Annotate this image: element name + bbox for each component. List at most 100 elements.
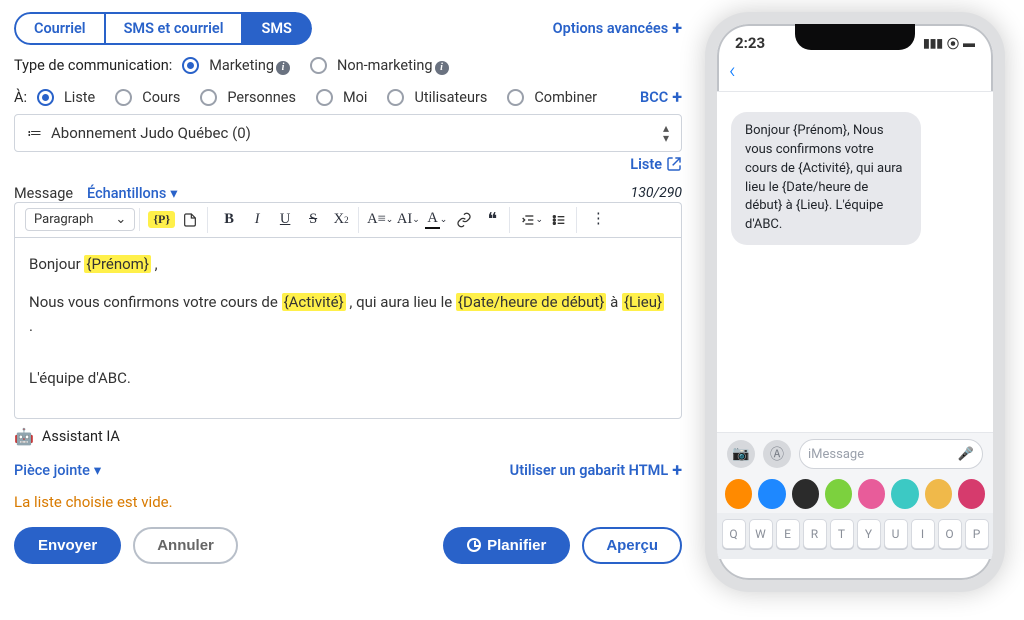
bcc-link[interactable]: BCC+ [640, 87, 682, 108]
robot-icon: 🤖 [14, 427, 34, 446]
keyboard-key: W [749, 519, 773, 549]
phone-composer: 📷 Ⓐ iMessage 🎤 [717, 432, 993, 475]
placeholder-datetime: {Date/heure de début} [456, 293, 606, 311]
radio-to-personnes[interactable] [200, 89, 217, 106]
app-icon [792, 479, 819, 509]
radio-marketing[interactable] [182, 57, 199, 74]
indent-icon [520, 212, 536, 228]
to-label: À: [14, 89, 27, 106]
app-icon [925, 479, 952, 509]
tab-sms-email[interactable]: SMS et courriel [106, 12, 244, 45]
send-button[interactable]: Envoyer [14, 527, 121, 564]
chevron-down-icon: ▾ [170, 185, 177, 202]
advanced-options-link[interactable]: Options avancées + [553, 18, 682, 39]
strike-button[interactable]: S [300, 207, 326, 233]
message-label: Message [14, 185, 73, 202]
bullet-list-icon [551, 212, 567, 228]
info-icon[interactable]: i [276, 61, 290, 75]
recipient-select[interactable]: ≔ Abonnement Judo Québec (0) ▴▾ [14, 114, 682, 152]
list-icon: ≔ [27, 124, 41, 142]
link-button[interactable] [451, 207, 477, 233]
keyboard-key: P [965, 519, 989, 549]
plus-icon: + [672, 87, 682, 108]
char-counter: 130/290 [631, 185, 682, 201]
app-icon [891, 479, 918, 509]
camera-icon: 📷 [727, 440, 755, 468]
phone-notch [795, 24, 915, 50]
phone-message-field: iMessage 🎤 [799, 439, 983, 469]
radio-nonmarketing-label[interactable]: Non-marketingi [337, 57, 448, 75]
cancel-button[interactable]: Annuler [133, 527, 238, 564]
radio-nonmarketing[interactable] [310, 57, 327, 74]
editor-toolbar: Paragraph⌄ {P} B I U S X2 A≡⌄ AI⌄ A⌄ ❝ [14, 202, 682, 237]
use-html-template-link[interactable]: Utiliser un gabarit HTML+ [510, 460, 682, 481]
app-icon [825, 479, 852, 509]
status-icons: ▮▮▮ ⦿ ▬ [923, 34, 975, 52]
keyboard-key: R [803, 519, 827, 549]
paragraph-style-select[interactable]: Paragraph⌄ [25, 208, 135, 231]
keyboard-key: T [830, 519, 854, 549]
radio-to-cours[interactable] [115, 89, 132, 106]
sms-preview-bubble: Bonjour {Prénom}, Nous vous confirmons v… [731, 112, 921, 245]
info-icon[interactable]: i [435, 61, 449, 75]
underline-button[interactable]: U [272, 207, 298, 233]
commtype-label: Type de communication: [14, 57, 172, 74]
recipient-value: Abonnement Judo Québec (0) [51, 124, 653, 142]
back-chevron-icon: ‹ [729, 59, 736, 84]
font-size-button[interactable]: AI⌄ [395, 207, 421, 233]
keyboard-key: Q [722, 519, 746, 549]
app-icon [958, 479, 985, 509]
keyboard-key: O [938, 519, 962, 549]
preview-button[interactable]: Aperçu [582, 527, 682, 564]
caret-sort-icon: ▴▾ [663, 123, 669, 143]
phone-time: 2:23 [735, 34, 765, 52]
samples-dropdown[interactable]: Échantillons ▾ [87, 185, 178, 202]
indent-button[interactable]: ⌄ [518, 207, 544, 233]
insert-file-button[interactable] [177, 207, 203, 233]
open-list-link[interactable]: Liste [630, 156, 682, 173]
keyboard-key: E [776, 519, 800, 549]
signal-icon: ▮▮▮ [923, 36, 943, 50]
ai-assistant-link[interactable]: Assistant IA [42, 428, 120, 445]
radio-to-liste[interactable] [37, 89, 54, 106]
more-button[interactable]: ⋮ [585, 207, 611, 233]
wifi-icon: ⦿ [947, 35, 959, 52]
insert-placeholder-button[interactable]: {P} [148, 207, 175, 233]
clock-icon [467, 538, 481, 552]
app-icon [858, 479, 885, 509]
radio-marketing-label[interactable]: Marketingi [209, 57, 290, 75]
mic-icon: 🎤 [958, 447, 974, 462]
tab-email[interactable]: Courriel [14, 12, 106, 45]
placeholder-lieu: {Lieu} [622, 293, 664, 311]
external-link-icon [666, 156, 682, 172]
plus-icon: + [672, 18, 682, 39]
placeholder-activite: {Activité} [282, 293, 346, 311]
superscript-button[interactable]: X2 [328, 207, 354, 233]
list-button[interactable] [546, 207, 572, 233]
italic-button[interactable]: I [244, 207, 270, 233]
plus-icon: + [672, 460, 682, 481]
message-editor[interactable]: Bonjour {Prénom} , Nous vous confirmons … [14, 237, 682, 419]
bold-button[interactable]: B [216, 207, 242, 233]
channel-tabs: Courriel SMS et courriel SMS [14, 12, 312, 45]
app-icon [758, 479, 785, 509]
battery-icon: ▬ [963, 36, 975, 50]
keyboard-key: Y [857, 519, 881, 549]
keyboard-key: I [911, 519, 935, 549]
app-icon [725, 479, 752, 509]
radio-to-moi[interactable] [316, 89, 333, 106]
tab-sms[interactable]: SMS [243, 12, 311, 45]
attachment-dropdown[interactable]: Pièce jointe [14, 460, 101, 481]
schedule-button[interactable]: Planifier [443, 527, 570, 564]
advanced-options-label: Options avancées [553, 20, 669, 37]
keyboard-row: QWERTYUIOP [717, 513, 993, 559]
phone-preview: 2:23 ▮▮▮ ⦿ ▬ ‹ Bonjour {Prénom}, Nous vo… [705, 12, 1005, 592]
empty-list-warning: La liste choisie est vide. [14, 493, 682, 511]
text-color-button[interactable]: A⌄ [423, 207, 449, 233]
appstore-icon: Ⓐ [763, 440, 791, 468]
radio-to-combiner[interactable] [507, 89, 524, 106]
quote-button[interactable]: ❝ [479, 207, 505, 233]
app-strip [717, 475, 993, 513]
radio-to-utilisateurs[interactable] [387, 89, 404, 106]
align-button[interactable]: A≡⌄ [367, 207, 393, 233]
